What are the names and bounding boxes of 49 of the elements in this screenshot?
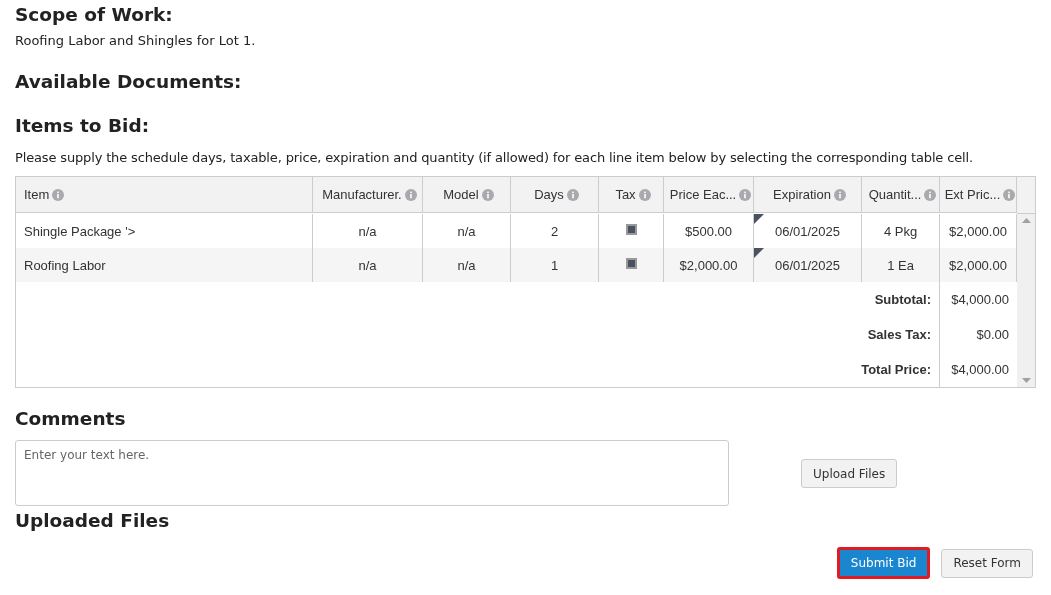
total-label: Total Price: (861, 362, 931, 377)
tax-checkbox[interactable] (625, 257, 637, 269)
info-icon[interactable] (481, 188, 494, 201)
reset-button[interactable]: Reset Form (941, 548, 1033, 578)
column-header[interactable]: Model (443, 187, 479, 202)
scroll-down-icon[interactable] (1021, 378, 1031, 383)
table-cell[interactable]: 2 (550, 223, 559, 239)
upload-files-button[interactable]: Upload Files (801, 459, 898, 488)
corner-marker-icon (754, 214, 764, 224)
tax-checkbox[interactable] (625, 223, 637, 235)
info-icon[interactable] (739, 188, 752, 201)
table-cell[interactable]: 1 (550, 257, 559, 273)
table-cell[interactable]: n/a (457, 223, 476, 239)
submit-button[interactable]: Submit Bid (836, 547, 931, 579)
table-cell[interactable]: n/a (457, 257, 476, 273)
instructions-text: Please supply the schedule days, taxable, price, expiration and quantity (if allowed) for each line item below by selecting the corresponding table cell. (15, 149, 974, 167)
table-cell[interactable]: Shingle Package '> (24, 223, 136, 239)
table-cell[interactable]: $2,000.00 (949, 223, 1007, 239)
total-label: Subtotal: (874, 292, 931, 307)
total-value: $0.00 (976, 327, 1009, 342)
table-cell[interactable]: Roofing Labor (24, 257, 106, 273)
section-heading: Items to Bid: (15, 114, 151, 138)
info-icon[interactable] (924, 188, 937, 201)
info-icon[interactable] (638, 188, 651, 201)
section-heading: Uploaded Files (15, 509, 171, 533)
total-value: $4,000.00 (951, 362, 1009, 377)
total-value: $4,000.00 (951, 292, 1009, 307)
scope-text: Roofing Labor and Shingles for Lot 1. (15, 32, 257, 50)
corner-marker-icon (754, 248, 764, 258)
table-cell[interactable]: 06/01/2025 (774, 223, 841, 239)
info-icon[interactable] (833, 188, 846, 201)
info-icon[interactable] (404, 188, 417, 201)
info-icon[interactable] (566, 188, 579, 201)
table-cell[interactable]: $500.00 (685, 223, 732, 239)
total-label: Sales Tax: (867, 327, 931, 342)
table-cell[interactable]: 1 Ea (887, 257, 914, 273)
column-header[interactable]: Days (534, 187, 564, 202)
column-header[interactable]: Tax (615, 187, 636, 202)
scroll-up-icon[interactable] (1021, 218, 1031, 223)
section-heading: Comments (15, 407, 127, 431)
column-header[interactable]: Item (24, 187, 50, 202)
section-heading: Scope of Work: (15, 3, 174, 27)
info-icon[interactable] (52, 188, 65, 201)
section-heading: Available Documents: (15, 70, 243, 94)
info-icon[interactable] (1003, 188, 1016, 201)
table-cell[interactable]: n/a (358, 223, 377, 239)
table-cell[interactable]: 4 Pkg (883, 223, 918, 239)
comments-field[interactable]: Enter your text here. (15, 440, 729, 506)
table-cell[interactable]: n/a (358, 257, 377, 273)
